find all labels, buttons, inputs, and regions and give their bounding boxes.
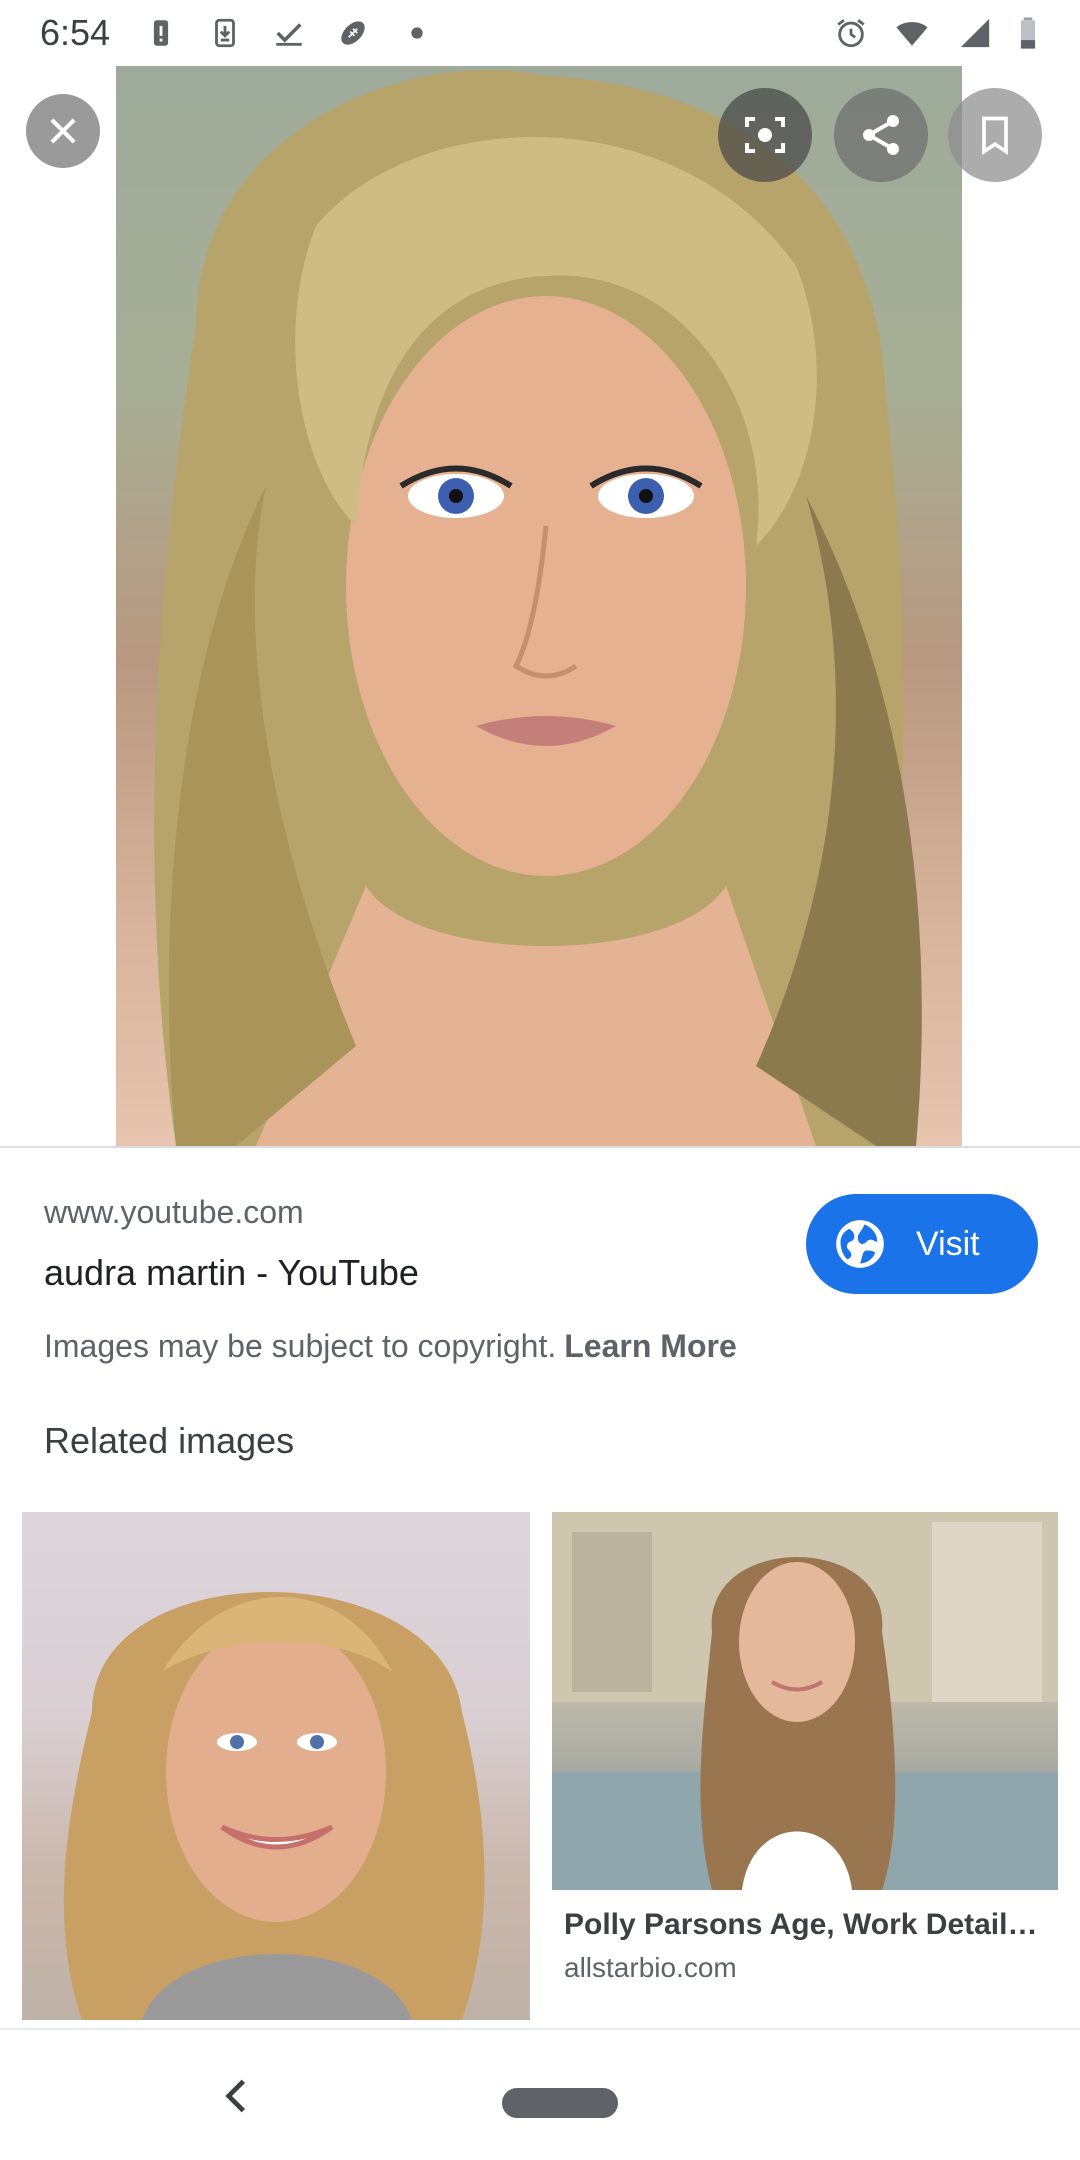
related-image-2-title[interactable]: Polly Parsons Age, Work Details,… [564,1908,1054,1942]
check-icon [276,23,302,46]
football-icon [341,21,365,45]
learn-more-link[interactable]: Learn More [564,1328,736,1364]
globe-icon [836,1220,884,1268]
visit-button[interactable]: Visit [806,1194,1038,1294]
home-pill[interactable] [502,2088,618,2118]
alert-icon [153,20,169,46]
image-viewer-page: 6:54 www.youtube.com audra martin - YouT… [0,0,1080,2160]
close-icon [50,118,76,144]
source-title[interactable]: audra martin - YouTube [44,1252,419,1294]
share-icon [863,115,899,155]
close-button[interactable] [26,94,100,168]
related-images-heading: Related images [44,1420,295,1461]
system-nav-bar [0,2030,1080,2160]
main-image[interactable] [116,66,962,1146]
share-button[interactable] [834,88,928,182]
visit-label: Visit [916,1224,980,1263]
download-icon [215,18,235,48]
related-thumbnail-2 [552,1512,1058,1890]
system-icons [834,16,1040,50]
section-divider [0,1146,1080,1148]
signal-icon [960,18,990,48]
save-button[interactable] [948,88,1042,182]
copyright-text: Images may be subject to copyright. [44,1328,557,1364]
notification-icons [144,16,434,50]
status-bar: 6:54 [0,0,1080,66]
copyright-notice: Images may be subject to copyright. Learn… [44,1328,737,1365]
bookmark-icon [982,116,1008,155]
wifi-icon [896,22,928,46]
battery-icon [1020,17,1036,49]
status-time: 6:54 [40,12,111,53]
related-images-grid: Polly Parsons Age, Work Details,… allsta… [22,1512,1058,2032]
related-image-1[interactable] [22,1512,530,2020]
related-image-2-source: allstarbio.com [564,1952,737,1983]
lens-icon [745,117,785,153]
back-icon[interactable] [216,2074,256,2118]
related-thumbnail-1 [63,1592,485,2020]
hero-image-area [0,66,1080,1146]
related-image-2[interactable] [552,1512,1058,1890]
portrait-illustration [154,69,922,1146]
dot-icon [411,27,423,39]
alarm-icon [837,19,865,48]
lens-button[interactable] [718,88,812,182]
source-domain[interactable]: www.youtube.com [44,1194,304,1231]
